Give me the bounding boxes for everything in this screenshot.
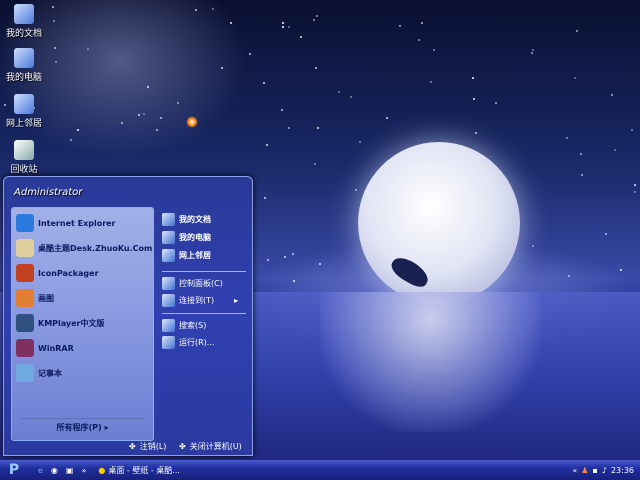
place-item[interactable]: 运行(R)... bbox=[162, 334, 214, 350]
program-item[interactable]: KMPlayer中文版 bbox=[16, 312, 105, 334]
network-icon bbox=[14, 94, 34, 114]
search-icon bbox=[162, 318, 175, 332]
program-item[interactable]: 桌酷主题Desk.ZhuoKu.Com bbox=[16, 237, 152, 259]
separator bbox=[162, 313, 246, 314]
tray-expand-button[interactable]: « bbox=[572, 466, 577, 475]
separator bbox=[162, 271, 246, 272]
system-tray: « ♟ ▪ ♪ 23:36 bbox=[566, 460, 640, 480]
quicklaunch-chevron[interactable]: » bbox=[81, 466, 86, 475]
desktop-icon-my-documents[interactable]: 我的文档 bbox=[4, 4, 44, 39]
start-button[interactable]: P bbox=[0, 460, 28, 480]
program-item[interactable]: IconPackager bbox=[16, 262, 99, 284]
shutdown-icon: ✤ bbox=[179, 442, 186, 451]
program-item[interactable]: 画图 bbox=[16, 287, 54, 309]
notepad-icon bbox=[16, 364, 34, 382]
ie-quicklaunch-icon[interactable]: e bbox=[38, 466, 43, 475]
network-tray-icon[interactable]: ▪ bbox=[592, 466, 597, 475]
folder-icon bbox=[14, 4, 34, 24]
start-menu: Administrator Internet Explorer 桌酷主题Desk.… bbox=[3, 176, 253, 456]
program-item[interactable]: WinRAR bbox=[16, 337, 74, 359]
logoff-icon: ✤ bbox=[129, 442, 136, 451]
desktop-icon-my-computer[interactable]: 我的电脑 bbox=[4, 48, 44, 83]
qq-tray-icon[interactable]: ♟ bbox=[581, 466, 588, 475]
globe-quicklaunch-icon[interactable]: ◉ bbox=[51, 466, 58, 475]
shutdown-button[interactable]: ✤ 关闭计算机(U) bbox=[179, 441, 242, 452]
desktop-icon-network[interactable]: 网上邻居 bbox=[4, 94, 44, 129]
logoff-button[interactable]: ✤ 注销(L) bbox=[129, 441, 166, 452]
taskbar: P e ◉ ▣ » ● 桌面 - 壁纸 - 桌酷... « ♟ ▪ ♪ 23:36 bbox=[0, 460, 640, 480]
place-item[interactable]: 网上邻居 bbox=[162, 247, 211, 263]
zhuoku-icon bbox=[16, 239, 34, 257]
moon-reflection bbox=[320, 292, 540, 432]
run-icon bbox=[162, 335, 175, 349]
computer-icon bbox=[162, 230, 175, 244]
programs-pane: Internet Explorer 桌酷主题Desk.ZhuoKu.Com Icon… bbox=[11, 207, 154, 441]
program-item[interactable]: Internet Explorer bbox=[16, 212, 116, 234]
place-item[interactable]: 控制面板(C) bbox=[162, 275, 223, 291]
desktop-icon-recycle-bin[interactable]: 回收站 bbox=[4, 140, 44, 175]
program-item[interactable]: 记事本 bbox=[16, 362, 62, 384]
taskbar-task-button[interactable]: ● 桌面 - 壁纸 - 桌酷... bbox=[98, 465, 180, 476]
winrar-icon bbox=[16, 339, 34, 357]
place-item[interactable]: 连接到(T) ▸ bbox=[162, 292, 238, 308]
browser-icon: ● bbox=[98, 465, 106, 475]
volume-tray-icon[interactable]: ♪ bbox=[602, 466, 607, 475]
desktop-quicklaunch-icon[interactable]: ▣ bbox=[66, 466, 74, 475]
wallpaper-moon bbox=[358, 142, 520, 304]
place-item[interactable]: 我的电脑 bbox=[162, 229, 211, 245]
kmplayer-icon bbox=[16, 314, 34, 332]
paint-icon bbox=[16, 289, 34, 307]
user-name: Administrator bbox=[14, 187, 83, 198]
ie-icon bbox=[16, 214, 34, 232]
all-programs-button[interactable]: 所有程序(P) ▸ bbox=[20, 418, 145, 433]
network-icon bbox=[162, 248, 175, 262]
submenu-arrow-icon: ▸ bbox=[234, 295, 239, 305]
documents-icon bbox=[162, 212, 175, 226]
place-item[interactable]: 我的文档 bbox=[162, 211, 211, 227]
iconpackager-icon bbox=[16, 264, 34, 282]
place-item[interactable]: 搜索(S) bbox=[162, 317, 206, 333]
recycle-bin-icon bbox=[14, 140, 34, 160]
clock[interactable]: 23:36 bbox=[611, 466, 634, 475]
control-panel-icon bbox=[162, 276, 175, 290]
computer-icon bbox=[14, 48, 34, 68]
connect-icon bbox=[162, 293, 175, 307]
